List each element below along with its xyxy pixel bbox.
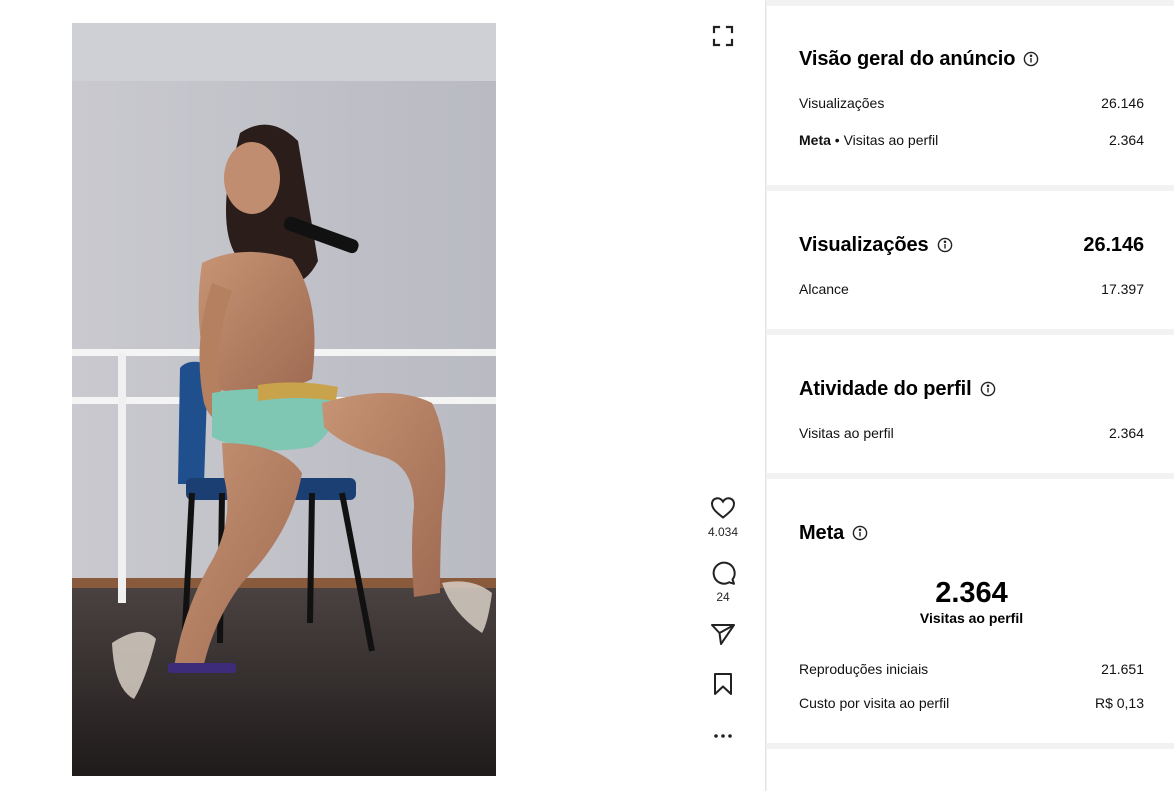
post-actions: 4.034 24 xyxy=(697,494,749,750)
views-row-reach: Alcance 17.397 xyxy=(799,281,1144,298)
goal-row-cost-per-visit: Custo por visita ao perfil R$ 0,13 xyxy=(799,695,1144,712)
profile-activity-row-visits: Visitas ao perfil 2.364 xyxy=(799,425,1144,442)
goal-title: Meta xyxy=(799,522,845,544)
label-separator: • xyxy=(830,132,844,148)
comment-button[interactable]: 24 xyxy=(709,559,737,604)
row-label: Visitas ao perfil xyxy=(799,425,894,441)
row-value: 2.364 xyxy=(1108,132,1144,148)
row-label: Meta • Visitas ao perfil xyxy=(799,132,938,149)
profile-activity-card: Atividade do perfil Visitas ao perfil 2.… xyxy=(767,335,1174,473)
overview-row-views: Visualizações 26.146 xyxy=(799,95,1144,112)
ad-overview-title: Visão geral do anúncio xyxy=(799,48,1016,70)
comment-bubble-icon xyxy=(709,559,737,587)
goal-header: Meta xyxy=(799,521,1144,545)
fullscreen-button[interactable] xyxy=(709,22,737,50)
overview-row-goal: Meta • Visitas ao perfil 2.364 xyxy=(799,132,1144,149)
video-frame xyxy=(72,23,496,776)
next-card xyxy=(767,749,1174,791)
info-icon[interactable] xyxy=(852,525,868,541)
more-options-button[interactable] xyxy=(709,722,737,750)
goal-hero-metric: 2.364 Visitas ao perfil xyxy=(799,576,1144,627)
post-video[interactable] xyxy=(72,23,496,776)
share-button[interactable] xyxy=(709,620,737,648)
views-total: 26.146 xyxy=(1083,234,1144,256)
row-label: Custo por visita ao perfil xyxy=(799,695,950,711)
row-value: R$ 0,13 xyxy=(1094,695,1144,711)
bookmark-icon xyxy=(709,670,737,698)
like-count: 4.034 xyxy=(707,525,739,539)
row-value: 26.146 xyxy=(1101,95,1144,111)
like-button[interactable]: 4.034 xyxy=(708,494,738,539)
views-header: Visualizações 26.146 xyxy=(799,233,1144,257)
paper-plane-icon xyxy=(709,620,737,648)
info-icon[interactable] xyxy=(1023,51,1039,67)
heart-icon xyxy=(709,494,737,522)
insights-panel[interactable]: Visão geral do anúncio Visualizações 26.… xyxy=(765,0,1174,791)
goal-label-text: Visitas ao perfil xyxy=(843,132,939,148)
ad-overview-header: Visão geral do anúncio xyxy=(799,47,1144,71)
row-value: 17.397 xyxy=(1101,281,1144,297)
profile-activity-title: Atividade do perfil xyxy=(799,378,972,400)
goal-hero-value: 2.364 xyxy=(935,577,1008,609)
info-icon[interactable] xyxy=(980,381,996,397)
row-value: 2.364 xyxy=(1108,425,1144,441)
goal-row-initial-plays: Reproduções iniciais 21.651 xyxy=(799,661,1144,678)
more-horizontal-icon xyxy=(709,722,737,750)
save-button[interactable] xyxy=(709,670,737,698)
comment-count: 24 xyxy=(716,590,730,604)
row-value: 21.651 xyxy=(1101,661,1144,677)
views-title: Visualizações xyxy=(799,234,929,256)
goal-hero-label: Visitas ao perfil xyxy=(919,610,1024,626)
ad-overview-card: Visão geral do anúncio Visualizações 26.… xyxy=(767,6,1174,185)
goal-label-strong: Meta xyxy=(799,132,831,148)
goal-card: Meta 2.364 Visitas ao perfil Reproduções… xyxy=(767,479,1174,743)
row-label: Alcance xyxy=(799,281,849,297)
fullscreen-icon xyxy=(712,25,734,47)
info-icon[interactable] xyxy=(937,237,953,253)
row-label: Reproduções iniciais xyxy=(799,661,929,677)
profile-activity-header: Atividade do perfil xyxy=(799,377,1144,401)
views-card: Visualizações 26.146 Alcance 17.397 xyxy=(767,191,1174,329)
row-label: Visualizações xyxy=(799,95,885,111)
